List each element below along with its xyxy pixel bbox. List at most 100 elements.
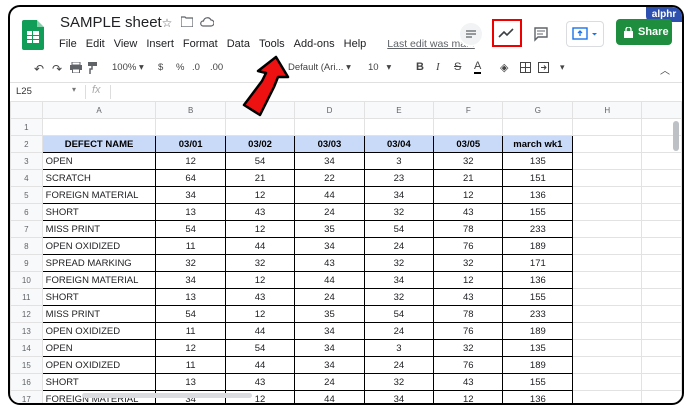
data-cell[interactable]: FOREIGN MATERIAL — [41, 271, 157, 289]
data-cell[interactable]: 11 — [155, 237, 226, 255]
grid-cell[interactable] — [572, 356, 643, 374]
data-cell[interactable]: 32 — [155, 254, 226, 272]
data-cell[interactable]: 32 — [433, 152, 504, 170]
data-cell[interactable]: 34 — [363, 186, 435, 204]
menu-data[interactable]: Data — [226, 37, 251, 51]
data-cell[interactable]: 11 — [155, 322, 226, 340]
data-cell[interactable]: 32 — [363, 288, 435, 306]
data-cell[interactable]: 24 — [294, 288, 365, 306]
data-cell[interactable]: 12 — [155, 339, 226, 357]
name-box[interactable]: L25 — [16, 86, 32, 97]
column-header-d[interactable]: D — [294, 101, 365, 119]
column-title-cell[interactable]: 03/01 — [155, 135, 226, 153]
data-cell[interactable]: 44 — [224, 237, 296, 255]
strikethrough-button[interactable]: S — [454, 61, 461, 73]
font-size-select[interactable]: 10 ▾ — [368, 62, 391, 73]
column-title-cell[interactable]: 03/03 — [294, 135, 365, 153]
data-cell[interactable]: 24 — [363, 322, 435, 340]
comment-history-button[interactable] — [458, 21, 484, 47]
data-cell[interactable]: 54 — [224, 152, 296, 170]
data-cell[interactable]: 54 — [363, 305, 435, 323]
data-cell[interactable]: 78 — [433, 305, 504, 323]
grid-cell[interactable] — [572, 322, 643, 340]
data-cell[interactable]: 135 — [502, 152, 574, 170]
data-cell[interactable]: 13 — [155, 373, 226, 391]
data-cell[interactable]: 34 — [155, 186, 226, 204]
data-cell[interactable]: 34 — [363, 271, 435, 289]
data-cell[interactable]: 43 — [224, 288, 296, 306]
redo-icon[interactable]: ↷ — [52, 62, 62, 76]
grid-cell[interactable] — [41, 118, 157, 136]
undo-icon[interactable]: ↶ — [34, 62, 44, 76]
data-cell[interactable]: 23 — [363, 169, 435, 187]
data-cell[interactable]: OPEN OXIDIZED — [41, 356, 157, 374]
data-cell[interactable]: 189 — [502, 322, 574, 340]
paint-format-icon[interactable] — [88, 62, 98, 77]
data-cell[interactable]: 233 — [502, 305, 574, 323]
data-cell[interactable]: 12 — [433, 186, 504, 204]
data-cell[interactable]: SCRATCH — [41, 169, 157, 187]
sheet-grid[interactable]: A B C D E F G H 12DEFECT NAME03/0103/020… — [10, 101, 682, 403]
data-cell[interactable]: 12 — [433, 271, 504, 289]
row-header[interactable]: 9 — [10, 254, 43, 272]
data-cell[interactable]: 32 — [433, 254, 504, 272]
zoom-select[interactable]: 100% ▾ — [112, 62, 144, 73]
data-cell[interactable]: OPEN — [41, 152, 157, 170]
data-cell[interactable]: 44 — [294, 186, 365, 204]
menu-view[interactable]: View — [113, 37, 139, 51]
select-all-corner[interactable] — [10, 101, 43, 119]
data-cell[interactable]: 136 — [502, 271, 574, 289]
more-tools-icon[interactable]: ▾ — [560, 62, 565, 73]
name-box-dropdown-icon[interactable]: ▾ — [72, 85, 76, 94]
data-cell[interactable]: 76 — [433, 237, 504, 255]
data-cell[interactable]: 155 — [502, 203, 574, 221]
menu-insert[interactable]: Insert — [145, 37, 175, 51]
percent-format-button[interactable]: % — [176, 62, 184, 73]
row-header[interactable]: 10 — [10, 271, 43, 289]
text-color-button[interactable]: A — [474, 60, 482, 74]
data-cell[interactable]: 43 — [433, 373, 504, 391]
data-cell[interactable]: 171 — [502, 254, 574, 272]
font-family-select[interactable]: Default (Ari... ▾ — [288, 62, 351, 73]
row-header[interactable]: 5 — [10, 186, 43, 204]
data-cell[interactable]: 34 — [294, 339, 365, 357]
data-cell[interactable]: SHORT — [41, 288, 157, 306]
data-cell[interactable]: 54 — [224, 339, 296, 357]
grid-cell[interactable] — [502, 118, 574, 136]
menu-format[interactable]: Format — [182, 37, 219, 51]
data-cell[interactable]: 21 — [224, 169, 296, 187]
data-cell[interactable]: 43 — [294, 254, 365, 272]
data-cell[interactable]: 13 — [155, 288, 226, 306]
data-cell[interactable]: 54 — [155, 220, 226, 238]
column-title-cell[interactable]: 03/04 — [363, 135, 435, 153]
currency-format-button[interactable]: $ — [158, 62, 163, 73]
data-cell[interactable]: 43 — [224, 203, 296, 221]
menu-addons[interactable]: Add-ons — [293, 37, 336, 51]
data-cell[interactable]: 233 — [502, 220, 574, 238]
column-header-f[interactable]: F — [433, 101, 504, 119]
data-cell[interactable]: 44 — [294, 271, 365, 289]
grid-cell[interactable] — [572, 186, 643, 204]
grid-cell[interactable] — [572, 169, 643, 187]
data-cell[interactable]: SPREAD MARKING — [41, 254, 157, 272]
data-cell[interactable]: 34 — [294, 322, 365, 340]
row-header[interactable]: 13 — [10, 322, 43, 340]
fill-color-icon[interactable]: ◈ — [500, 61, 508, 74]
data-cell[interactable]: 12 — [224, 271, 296, 289]
column-header-h[interactable]: H — [572, 101, 643, 119]
row-header[interactable]: 1 — [10, 118, 43, 136]
data-cell[interactable]: 12 — [224, 186, 296, 204]
grid-cell[interactable] — [433, 118, 504, 136]
grid-cell[interactable] — [572, 254, 643, 272]
data-cell[interactable]: 44 — [224, 322, 296, 340]
italic-button[interactable]: I — [436, 61, 440, 73]
data-cell[interactable]: 64 — [155, 169, 226, 187]
column-header-empty[interactable] — [641, 101, 682, 119]
data-cell[interactable]: OPEN OXIDIZED — [41, 322, 157, 340]
data-cell[interactable]: 34 — [294, 356, 365, 374]
grid-cell[interactable] — [155, 118, 226, 136]
row-header[interactable]: 8 — [10, 237, 43, 255]
increase-decimal-button[interactable]: .00 — [210, 62, 223, 73]
borders-icon[interactable] — [520, 62, 531, 76]
data-cell[interactable]: 43 — [433, 288, 504, 306]
